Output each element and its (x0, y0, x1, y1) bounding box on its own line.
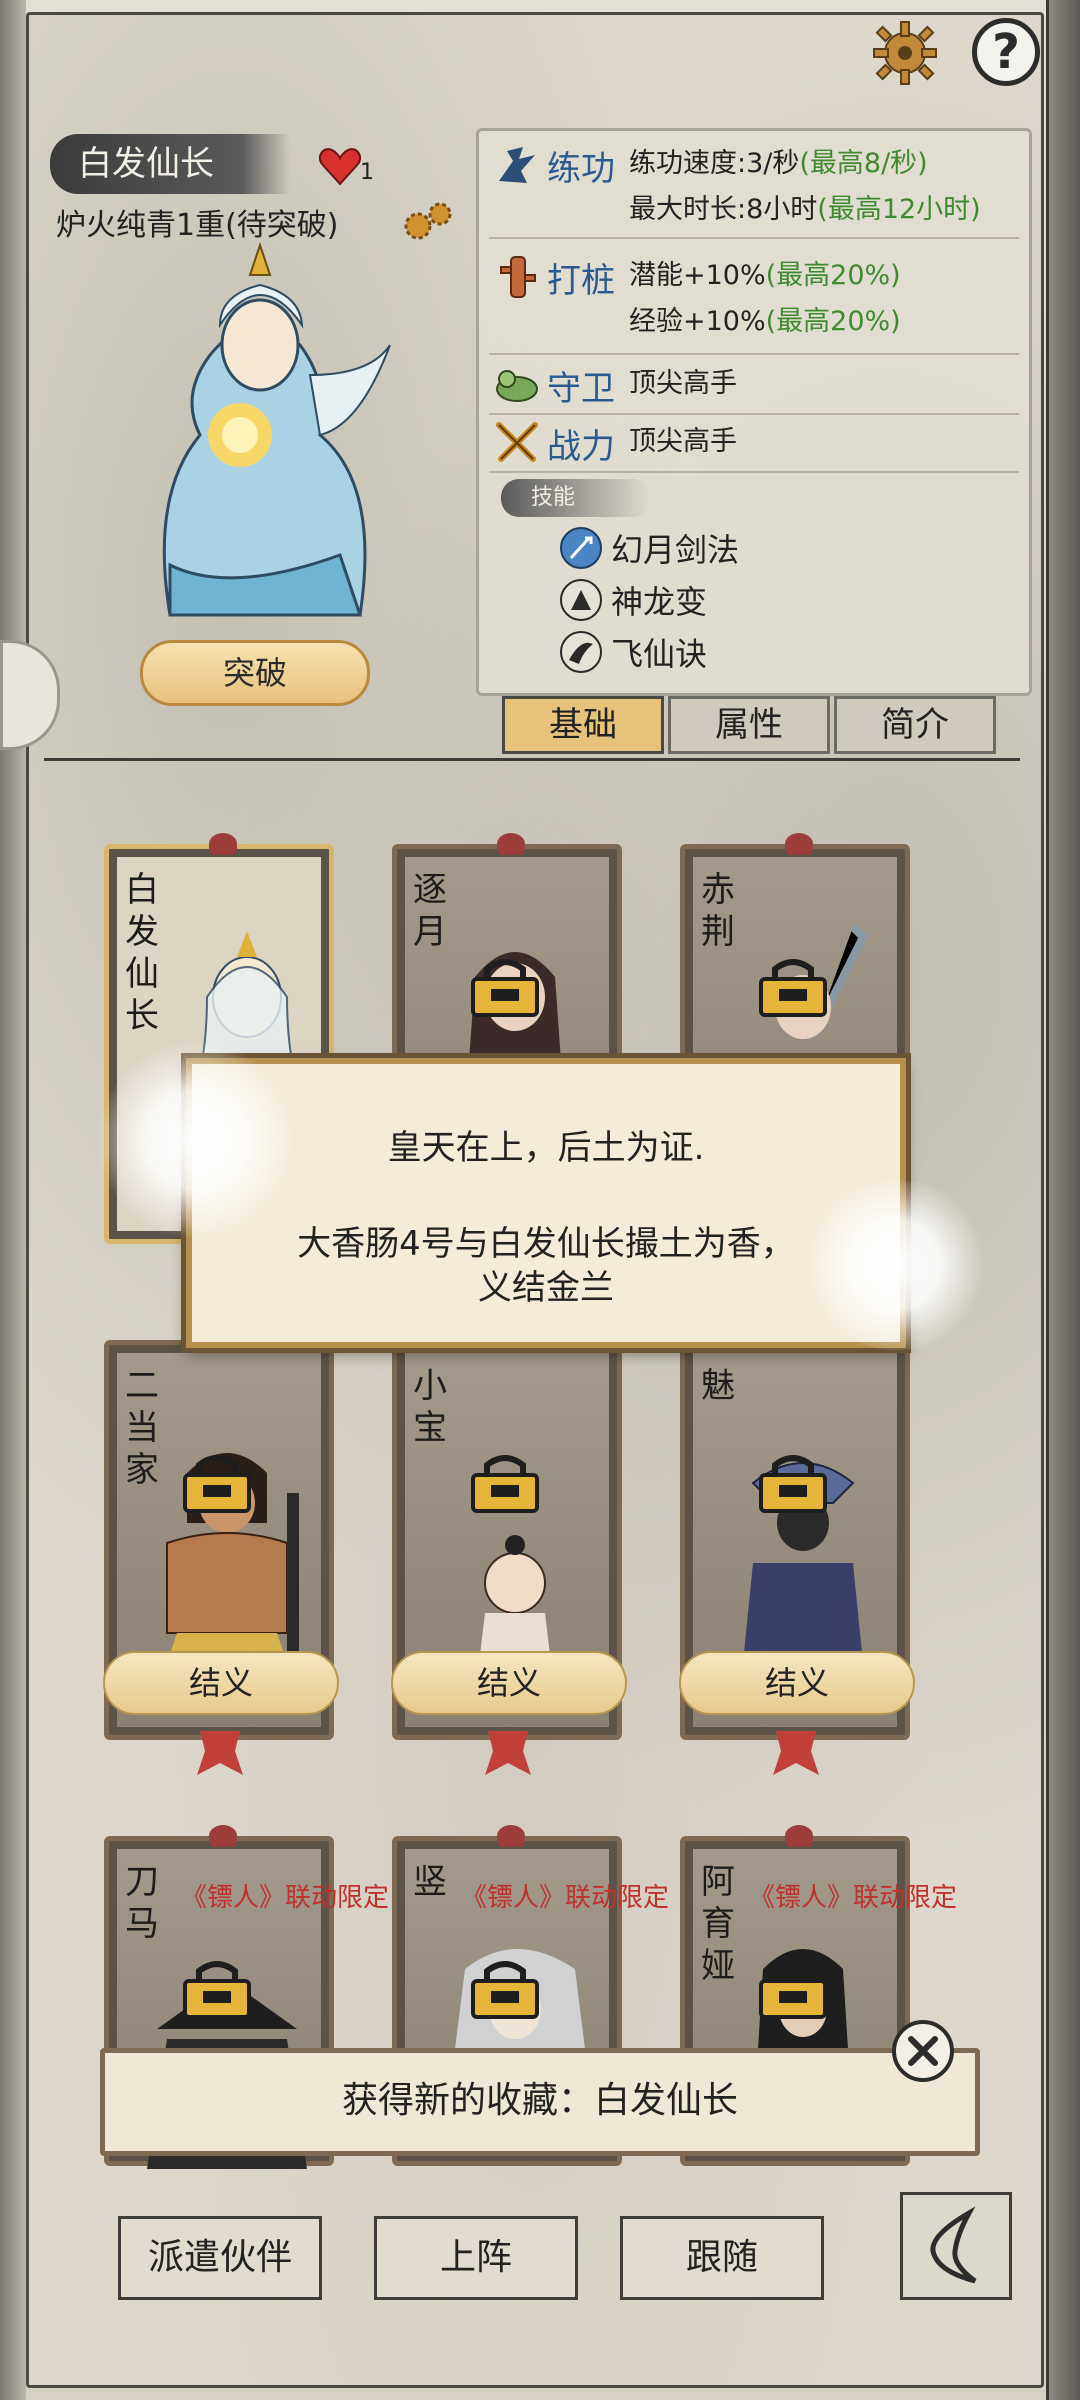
card-name: 白发仙长 (125, 870, 159, 1036)
ribbon-decoration (773, 1731, 819, 1775)
partner-card[interactable]: 二当家 结义 (103, 1329, 339, 1775)
lock-icon (183, 1961, 251, 2019)
lock-icon (471, 1455, 539, 1513)
skill-name: 飞仙诀 (611, 635, 708, 673)
heart-icon (318, 148, 362, 186)
stat-power: 战力 顶尖高手 (493, 419, 737, 468)
practice-icon (499, 147, 535, 183)
stats-panel: 练功 练功速度:3/秒(最高8/秒) 最大时长:8小时(最高12小时) 打桩 潜… (476, 128, 1032, 696)
tab-basic[interactable]: 基础 (502, 696, 664, 754)
stat-guard: 守卫 顶尖高手 (493, 361, 737, 410)
sparkle-effect (96, 1040, 296, 1240)
character-name: 白发仙长 (50, 134, 290, 194)
deploy-button[interactable]: 上阵 (374, 2216, 578, 2300)
tab-intro[interactable]: 简介 (834, 696, 996, 754)
skill-item[interactable]: 飞仙诀 (559, 629, 707, 675)
stat-divider (489, 237, 1019, 239)
close-icon[interactable] (892, 2020, 954, 2082)
book-background: ? 白发仙长 1 炉火纯青1重(待突破) 突破 练功 练功速度:3/秒(最高8/… (0, 0, 1080, 2400)
dispatch-partner-button[interactable]: 派遣伙伴 (118, 2216, 322, 2300)
tab-attributes[interactable]: 属性 (668, 696, 830, 754)
info-tabs: 基础 属性 简介 (502, 696, 1000, 754)
skill-item[interactable]: 神龙变 (559, 577, 707, 623)
promo-label: 《镖人》联动限定 (181, 1883, 390, 1913)
pledge-button[interactable]: 结义 (103, 1651, 339, 1715)
character-portrait (162, 241, 391, 617)
stat-guard-value: 顶尖高手 (629, 368, 737, 399)
ribbon-decoration (485, 1731, 531, 1775)
card-name: 刀马 (125, 1862, 159, 1944)
skills-header: 技能 (501, 479, 651, 517)
lock-icon (759, 959, 827, 1017)
sparkle-effect (800, 1180, 990, 1350)
stat-guard-name: 守卫 (547, 369, 615, 409)
flying-skill-icon (560, 631, 602, 673)
dragon-skill-icon (560, 579, 602, 621)
lock-icon (183, 1455, 251, 1513)
lock-icon (471, 1961, 539, 2019)
stat-divider (489, 471, 1019, 473)
card-pin (497, 1825, 525, 1847)
crossed-swords-icon (496, 422, 538, 462)
help-icon[interactable]: ? (972, 18, 1040, 86)
promo-label: 《镖人》联动限定 (749, 1883, 958, 1913)
card-pin (785, 1825, 813, 1847)
follow-button[interactable]: 跟随 (620, 2216, 824, 2300)
card-pin (209, 833, 237, 855)
card-name: 竖 (413, 1862, 447, 1902)
stat-practice-text: 练功速度:3/秒(最高8/秒) 最大时长:8小时(最高12小时) (629, 148, 981, 225)
stat-stake: 打桩 潜能+10%(最高20%) 经验+10%(最高20%) (493, 253, 901, 345)
stat-divider (489, 353, 1019, 355)
oath-dialog[interactable]: 皇天在上，后土为证. 大香肠4号与白发仙长撮土为香， 义结金兰 (186, 1058, 906, 1348)
guard-icon (496, 370, 538, 402)
stat-power-value: 顶尖高手 (629, 426, 737, 457)
dialog-line: 大香肠4号与白发仙长撮土为香， (297, 1224, 795, 1264)
heart-count: 1 (360, 160, 374, 185)
stat-stake-name: 打桩 (547, 261, 615, 301)
card-name: 小宝 (413, 1366, 447, 1448)
card-name: 魅 (701, 1366, 735, 1406)
sword-skill-icon (560, 527, 602, 569)
section-divider (44, 758, 1020, 761)
pledge-button[interactable]: 结义 (679, 1651, 915, 1715)
wooden-stake-icon (500, 256, 536, 298)
book-edge-left (0, 0, 26, 2400)
card-name: 赤荆 (701, 870, 735, 952)
stat-divider (489, 413, 1019, 415)
stat-practice-name: 练功 (547, 149, 615, 189)
stat-practice: 练功 练功速度:3/秒(最高8/秒) 最大时长:8小时(最高12小时) (493, 141, 981, 233)
collection-toast: 获得新的收藏：白发仙长 (100, 2048, 980, 2156)
stat-power-name: 战力 (547, 427, 615, 467)
card-name: 阿育娅 (701, 1862, 735, 1986)
lock-icon (759, 1961, 827, 2019)
partner-card[interactable]: 小宝 结义 (391, 1329, 627, 1775)
back-button[interactable] (900, 2192, 1012, 2300)
gear-icon[interactable] (870, 18, 940, 88)
skill-name: 幻月剑法 (611, 531, 740, 569)
back-arrow-icon (930, 2206, 977, 2284)
card-pin (497, 833, 525, 855)
dialog-line: 义结金兰 (478, 1268, 614, 1308)
stat-stake-text: 潜能+10%(最高20%) 经验+10%(最高20%) (629, 260, 901, 337)
card-pin (785, 833, 813, 855)
dialog-line: 皇天在上，后土为证. (387, 1128, 705, 1168)
pledge-button[interactable]: 结义 (391, 1651, 627, 1715)
lock-icon (471, 959, 539, 1017)
card-pin (209, 1825, 237, 1847)
card-name: 逐月 (413, 870, 447, 952)
breakthrough-button[interactable]: 突破 (140, 640, 370, 706)
skill-item[interactable]: 幻月剑法 (559, 525, 739, 571)
ribbon-decoration (197, 1731, 243, 1775)
skill-name: 神龙变 (611, 583, 708, 621)
promo-label: 《镖人》联动限定 (461, 1883, 670, 1913)
partner-card[interactable]: 魅 结义 (679, 1329, 915, 1775)
book-edge-right (1046, 0, 1080, 2400)
card-name: 二当家 (125, 1366, 159, 1490)
lock-icon (759, 1455, 827, 1513)
